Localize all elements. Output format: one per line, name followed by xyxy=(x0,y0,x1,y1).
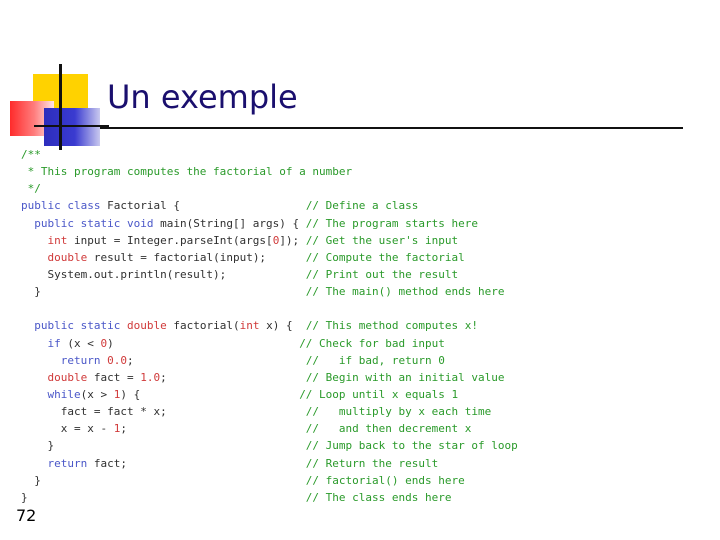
code-line: int input = Integer.parseInt(args[0]); /… xyxy=(21,232,518,249)
title-underline xyxy=(100,127,683,129)
code-keyword: while xyxy=(47,387,81,401)
code-keyword: return xyxy=(47,456,88,470)
code-line: } // The main() method ends here xyxy=(21,283,518,300)
code-line: /** xyxy=(21,146,518,163)
code-literal: 0.0 xyxy=(107,353,127,367)
code-line: fact = fact * x; // multiply by x each t… xyxy=(21,403,518,420)
code-listing: /** * This program computes the factoria… xyxy=(21,146,518,506)
code-comment: // Loop until x equals 1 xyxy=(299,387,459,401)
logo-vertical-bar xyxy=(59,64,62,150)
code-comment: // Get the user's input xyxy=(305,233,459,247)
code-line: public static void main(String[] args) {… xyxy=(21,215,518,232)
code-comment: // Define a class xyxy=(305,199,419,213)
code-line: * This program computes the factorial of… xyxy=(21,163,518,180)
code-text: (x > xyxy=(80,387,114,401)
code-comment: // multiply by x each time xyxy=(305,405,492,419)
slide-title: Un exemple xyxy=(107,78,298,116)
code-text: ; xyxy=(160,370,306,384)
code-text: fact = xyxy=(87,370,141,384)
code-line: double result = factorial(input); // Com… xyxy=(21,249,518,266)
code-text: fact = fact * x; xyxy=(21,405,306,419)
code-comment: /** xyxy=(21,148,41,161)
code-line: while(x > 1) { // Loop until x equals 1 xyxy=(21,386,518,403)
code-comment: // The class ends here xyxy=(305,490,452,504)
code-text: input = Integer.parseInt(args[ xyxy=(67,233,273,247)
code-literal: int xyxy=(47,233,68,247)
code-text: } xyxy=(21,285,306,299)
code-text: } xyxy=(21,473,306,487)
code-comment: // Compute the factorial xyxy=(305,250,465,264)
code-literal: double xyxy=(47,370,88,384)
logo-blue-square xyxy=(44,108,100,146)
code-literal: 1.0 xyxy=(140,370,161,384)
code-keyword: return xyxy=(60,353,101,367)
code-keyword: public static void xyxy=(34,216,154,230)
code-line: public static double factorial(int x) { … xyxy=(21,317,518,334)
code-line: } // Jump back to the star of loop xyxy=(21,437,518,454)
code-line: double fact = 1.0; // Begin with an init… xyxy=(21,369,518,386)
code-text: ) xyxy=(107,336,300,350)
code-literal: int xyxy=(239,319,260,333)
code-line: */ xyxy=(21,180,518,197)
code-keyword: public class xyxy=(21,199,101,213)
code-line: if (x < 0) // Check for bad input xyxy=(21,335,518,352)
code-text: factorial( xyxy=(166,319,240,333)
code-text: System.out.println(result); xyxy=(21,267,306,281)
code-text: ; xyxy=(120,422,306,436)
code-comment: // The program starts here xyxy=(305,216,478,230)
page-number: 72 xyxy=(16,506,37,525)
code-comment: // Begin with an initial value xyxy=(305,370,505,384)
code-comment: // Return the result xyxy=(305,456,439,470)
code-text: main(String[] args) { xyxy=(153,216,306,230)
code-literal: double xyxy=(47,250,88,264)
code-comment: // Print out the result xyxy=(305,267,459,281)
code-line: x = x - 1; // and then decrement x xyxy=(21,420,518,437)
slide-logo xyxy=(0,0,110,150)
code-text: } xyxy=(21,490,306,504)
code-comment: // factorial() ends here xyxy=(305,473,465,487)
code-line: System.out.println(result); // Print out… xyxy=(21,266,518,283)
code-line: } // factorial() ends here xyxy=(21,472,518,489)
code-comment: * This program computes the factorial of… xyxy=(21,165,353,179)
code-text: } xyxy=(21,439,306,453)
code-text: x = x - xyxy=(21,422,114,436)
code-text: x) { xyxy=(259,319,306,333)
code-keyword: public static xyxy=(34,319,121,333)
code-text: ]); xyxy=(279,233,306,247)
code-line: } // The class ends here xyxy=(21,489,518,506)
code-text: result = factorial(input); xyxy=(87,250,306,264)
code-comment: // Jump back to the star of loop xyxy=(305,439,518,453)
logo-horizontal-bar xyxy=(34,125,109,127)
code-comment: // Check for bad input xyxy=(299,336,445,350)
code-comment: // The main() method ends here xyxy=(305,285,505,299)
code-comment: */ xyxy=(21,182,41,196)
code-literal: double xyxy=(126,319,167,333)
code-line: return 0.0; // if bad, return 0 xyxy=(21,352,518,369)
code-text: (x < xyxy=(60,336,101,350)
code-line: public class Factorial { // Define a cla… xyxy=(21,197,518,214)
code-text: ) { xyxy=(120,387,300,401)
code-keyword: if xyxy=(47,336,61,350)
code-comment: // and then decrement x xyxy=(305,422,472,436)
code-comment: // if bad, return 0 xyxy=(305,353,445,367)
code-comment: // This method computes x! xyxy=(305,319,478,333)
code-text: ; xyxy=(127,353,306,367)
code-text: fact; xyxy=(87,456,306,470)
code-line: return fact; // Return the result xyxy=(21,455,518,472)
code-text: Factorial { xyxy=(100,199,180,213)
